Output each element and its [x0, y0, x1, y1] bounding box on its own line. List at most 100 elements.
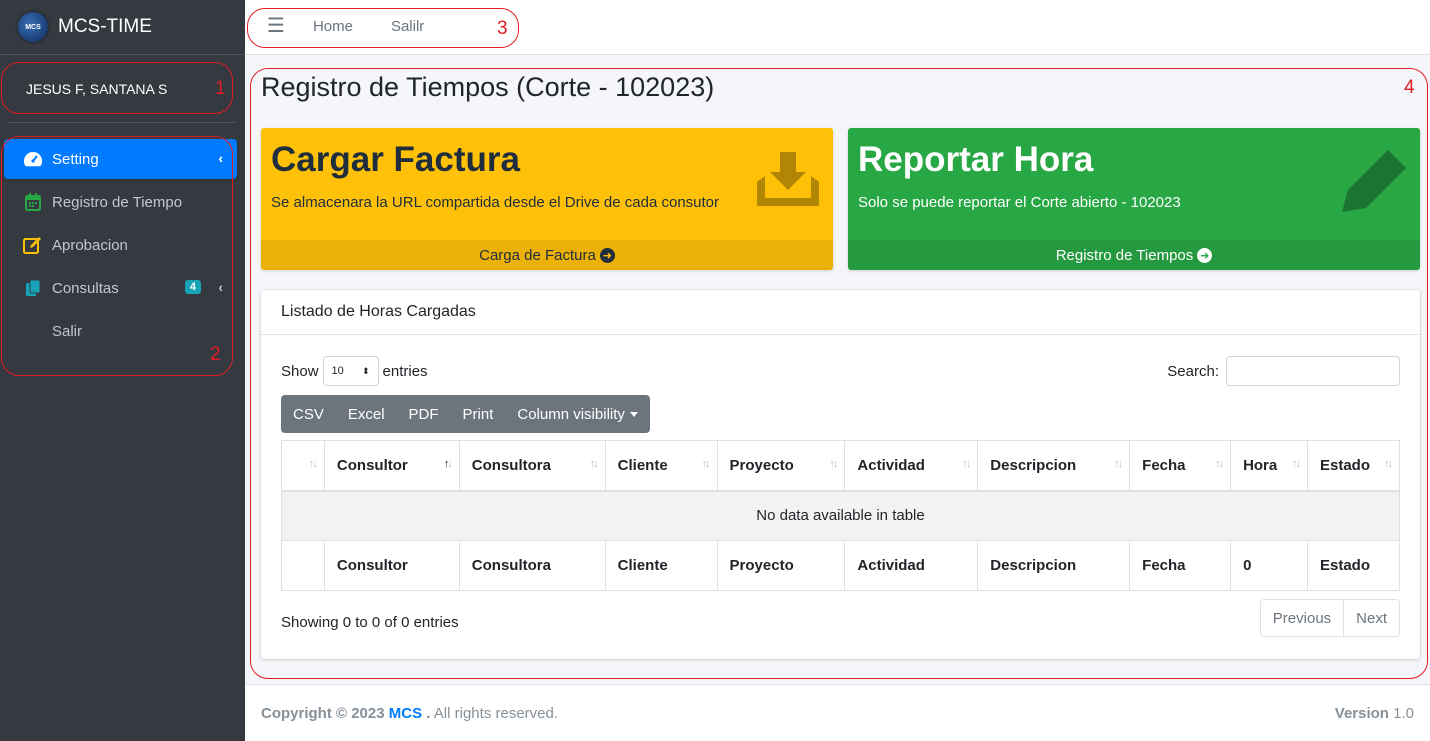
footer-cell: Consultor	[323, 540, 460, 591]
table-row: No data available in table	[281, 490, 1400, 541]
annotation-box-user	[1, 62, 233, 114]
column-header-label: Fecha	[1142, 456, 1186, 474]
entries-select-value: 10	[331, 365, 344, 377]
small-box-reportar-hora: Reportar Hora Solo se puede reportar el …	[848, 128, 1420, 270]
small-box-text: Se almacenara la URL compartida desde el…	[271, 194, 720, 211]
table-footer-row: Consultor Consultora Cliente Proyecto Ac…	[281, 540, 1401, 591]
column-header[interactable]: Hora ↑↓	[1230, 440, 1308, 492]
annotation-box-navbar	[247, 8, 519, 48]
pagination: Previous Next	[1259, 599, 1400, 637]
entries-label: entries	[382, 362, 428, 380]
brand-logo-text: MCS	[25, 23, 41, 31]
registro-de-tiempos-link[interactable]: Registro de Tiempos ➜	[848, 240, 1420, 270]
sort-icon: ↑↓	[829, 458, 838, 470]
column-header-label: Estado	[1319, 456, 1370, 474]
column-visibility-button[interactable]: Column visibility	[505, 395, 650, 433]
annotation-number: 2	[210, 344, 221, 365]
column-header[interactable]: Fecha ↑↓	[1129, 440, 1232, 492]
small-box-title: Cargar Factura	[271, 140, 520, 179]
table-header-row: ↑↓ Consultor ↑↓ Consultora ↑↓ Cliente ↑↓ Pr…	[281, 440, 1401, 492]
show-label: Show	[281, 362, 319, 380]
column-header[interactable]: Consultora ↑↓	[458, 440, 606, 492]
footer-cell: 0	[1230, 540, 1308, 591]
column-header[interactable]: ↑↓	[281, 440, 325, 492]
annotation-number: 1	[215, 78, 226, 99]
column-header-label: Proyecto	[729, 456, 794, 474]
card-title: Listado de Horas Cargadas	[261, 290, 1420, 335]
search-label: Search:	[1167, 362, 1219, 380]
previous-button[interactable]: Previous	[1261, 600, 1343, 636]
footer-cell	[281, 540, 325, 591]
column-header[interactable]: Estado ↑↓	[1306, 440, 1401, 492]
page-footer: Copyright © 2023 MCS . All rights reserv…	[245, 684, 1430, 741]
brand-name: MCS-TIME	[58, 16, 152, 37]
small-box-footer-label: Registro de Tiempos	[1055, 246, 1194, 264]
column-visibility-label: Column visibility	[517, 405, 625, 423]
arrow-circle-right-icon: ➜	[599, 247, 615, 263]
sort-icon: ↑↓	[962, 458, 971, 470]
annotation-number: 3	[497, 18, 508, 39]
column-header[interactable]: Proyecto ↑↓	[716, 440, 846, 492]
rights-text: All rights reserved.	[433, 704, 559, 722]
footer-cell: Consultora	[458, 540, 606, 591]
version-info: Version 1.0	[1335, 705, 1414, 722]
column-header-label: Consultora	[471, 456, 551, 474]
page-title: Registro de Tiempos (Corte - 102023)	[261, 72, 715, 102]
small-box-text: Solo se puede reportar el Corte abierto …	[858, 194, 1181, 211]
sort-select-icon: ⬍	[361, 365, 370, 376]
small-box-title: Reportar Hora	[858, 140, 1094, 179]
column-header-label: Hora	[1243, 456, 1278, 474]
search-control: Search:	[1167, 356, 1400, 386]
hours-card: Listado de Horas Cargadas Show 10 ⬍ entr…	[261, 290, 1420, 659]
search-input[interactable]	[1226, 356, 1400, 386]
copyright-text: Copyright © 2023	[261, 704, 385, 722]
sort-icon: ↑↓	[1215, 458, 1224, 470]
sort-icon: ↑↓	[701, 458, 711, 470]
footer-cell: Descripcion	[977, 540, 1131, 591]
footer-cell: Estado	[1306, 540, 1401, 591]
sort-icon: ↑↓	[1114, 458, 1123, 470]
brand-link[interactable]: MCS MCS-TIME	[0, 0, 245, 55]
column-header-label: Actividad	[857, 456, 925, 474]
footer-cell: Actividad	[844, 540, 979, 591]
excel-button[interactable]: Excel	[336, 395, 397, 433]
hours-table: ↑↓ Consultor ↑↓ Consultora ↑↓ Cliente ↑↓ Pr…	[281, 440, 1401, 591]
sort-icon: ↑↓	[308, 458, 318, 470]
print-button[interactable]: Print	[451, 395, 506, 433]
empty-message: No data available in table	[281, 490, 1400, 541]
table-info: Showing 0 to 0 of 0 entries	[281, 614, 459, 631]
sort-icon: ↑↓	[589, 458, 599, 470]
entries-length-control: Show 10 ⬍ entries	[281, 356, 428, 386]
carga-de-factura-link[interactable]: Carga de Factura ➜	[261, 240, 833, 270]
version-label: Version	[1334, 704, 1389, 722]
entries-select[interactable]: 10 ⬍	[322, 356, 379, 386]
column-header[interactable]: Cliente ↑↓	[604, 440, 718, 492]
sort-icon: ↑↓	[1291, 458, 1301, 470]
sort-ascending-icon: ↑↓	[443, 458, 453, 470]
column-header[interactable]: Consultor ↑↓	[323, 440, 460, 492]
copyright: Copyright © 2023 MCS . All rights reserv…	[261, 705, 558, 722]
small-box-footer-label: Carga de Factura	[479, 246, 596, 264]
column-header-label: Cliente	[617, 456, 668, 474]
footer-cell: Fecha	[1129, 540, 1232, 591]
company-link[interactable]: MCS	[389, 705, 422, 722]
next-button[interactable]: Next	[1343, 600, 1399, 636]
column-header[interactable]: Descripcion ↑↓	[977, 440, 1131, 492]
pdf-button[interactable]: PDF	[397, 395, 451, 433]
pencil-icon	[1342, 150, 1406, 216]
download-icon	[757, 152, 819, 210]
sort-icon: ↑↓	[1384, 458, 1393, 470]
small-box-cargar-factura: Cargar Factura Se almacenara la URL comp…	[261, 128, 833, 270]
copyright-dot: .	[426, 704, 431, 722]
annotation-box-menu	[1, 136, 233, 376]
annotation-number: 4	[1404, 77, 1415, 98]
column-header[interactable]: Actividad ↑↓	[844, 440, 979, 492]
footer-cell: Proyecto	[716, 540, 846, 591]
column-header-label: Descripcion	[990, 456, 1077, 474]
csv-button[interactable]: CSV	[281, 395, 336, 433]
caret-down-icon	[629, 411, 638, 417]
export-button-group: CSV Excel PDF Print Column visibility	[281, 395, 650, 433]
brand-logo: MCS	[18, 12, 48, 42]
version-number: 1.0	[1393, 704, 1414, 722]
footer-cell: Cliente	[604, 540, 718, 591]
